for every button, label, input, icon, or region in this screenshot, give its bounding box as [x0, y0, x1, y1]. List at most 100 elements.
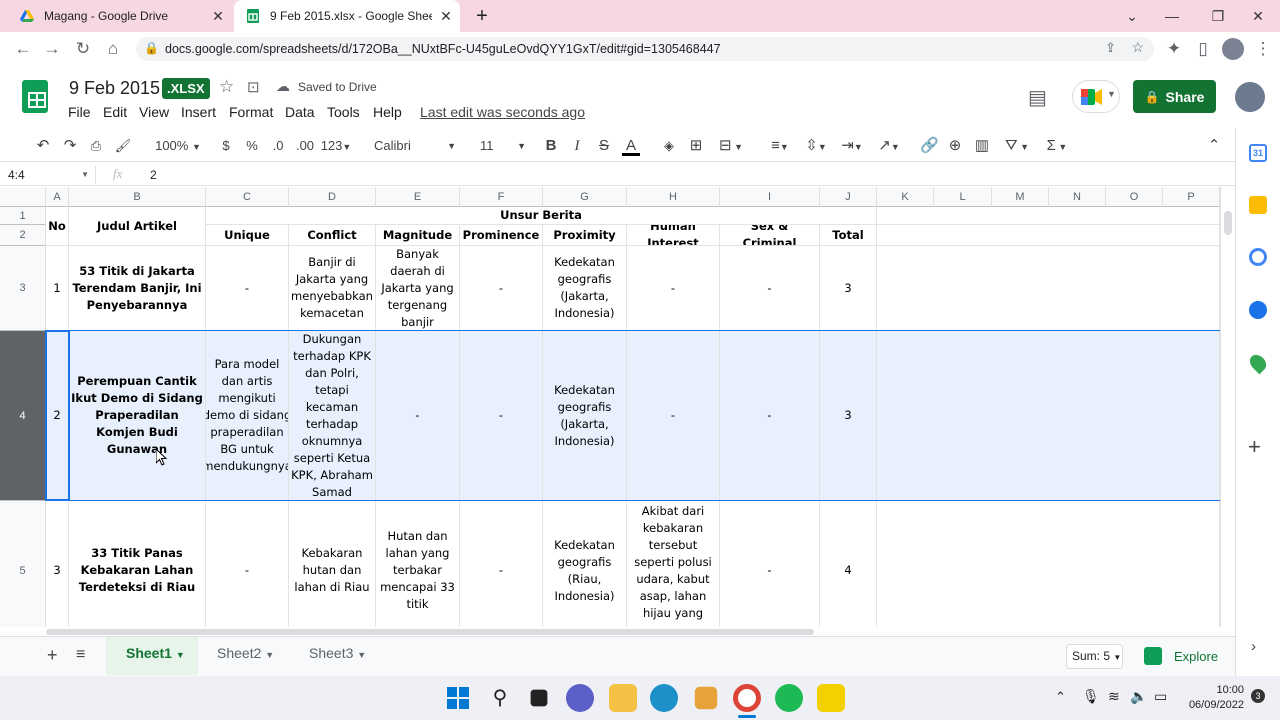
media-player-icon[interactable] — [817, 684, 845, 712]
add-addon-icon[interactable]: + — [1248, 434, 1261, 460]
col-header-h[interactable]: H — [627, 187, 720, 207]
cell-human-interest[interactable]: - — [627, 331, 720, 501]
name-box[interactable]: 4:4 ▼ — [4, 166, 96, 184]
maximize-button[interactable]: ❐ — [1206, 4, 1230, 28]
cell-unique[interactable]: Para model dan artis mengikuti demo di s… — [206, 331, 289, 501]
spotify-icon[interactable] — [775, 684, 803, 712]
vertical-align-icon[interactable]: ⇳▼ — [802, 136, 830, 156]
col-header-j[interactable]: J — [820, 187, 877, 207]
bold-button[interactable]: B — [543, 136, 559, 156]
col-header-a[interactable]: A — [46, 187, 69, 207]
show-side-panel-icon[interactable]: › — [1251, 638, 1256, 655]
cell-conflict[interactable]: Kebakaran hutan dan lahan di Riau — [289, 501, 376, 627]
merge-cells-icon[interactable]: ⊟ ▼ — [714, 136, 748, 156]
move-folder-icon[interactable]: ⊡ — [247, 78, 260, 96]
spreadsheet-grid[interactable]: A B C D E F G H I J K L M N O P 1 2 3 4 … — [0, 187, 1220, 627]
cell-judul[interactable]: 53 Titik di Jakarta Terendam Banjir, Ini… — [69, 246, 206, 331]
cell-proximity[interactable]: Kedekatan geografis (Jakarta, Indonesia) — [543, 246, 627, 331]
header-prominence[interactable]: Prominence — [460, 225, 543, 246]
col-header-p[interactable]: P — [1163, 187, 1220, 207]
col-header-m[interactable]: M — [992, 187, 1049, 207]
header-proximity[interactable]: Proximity — [543, 225, 627, 246]
col-header-g[interactable]: G — [543, 187, 627, 207]
insert-chart-icon[interactable]: ▥ — [973, 136, 991, 156]
col-header-f[interactable]: F — [460, 187, 543, 207]
browser-tab-sheets[interactable]: 9 Feb 2015.xlsx - Google Sheets ✕ — [234, 0, 460, 32]
header-sex-criminal[interactable]: Sex & Criminal — [720, 225, 820, 246]
calendar-icon[interactable]: 31 — [1249, 144, 1267, 162]
header-judul-artikel[interactable]: Judul Artikel — [69, 207, 206, 246]
currency-button[interactable]: $ — [218, 136, 234, 156]
task-view-icon[interactable] — [530, 689, 548, 707]
row-header-3[interactable]: 3 — [0, 246, 46, 331]
row-header-2[interactable]: 2 — [0, 225, 46, 246]
empty-cells[interactable] — [877, 207, 1220, 225]
share-page-icon[interactable]: ⇪ — [1105, 40, 1116, 56]
cell-human-interest[interactable]: Akibat dari kebakaran tersebut seperti p… — [627, 501, 720, 627]
add-sheet-icon[interactable]: + — [47, 645, 58, 666]
select-all-corner[interactable] — [0, 187, 46, 207]
horizontal-scrollbar[interactable] — [46, 627, 1220, 636]
clock-time[interactable]: 10:00 — [1184, 684, 1244, 696]
extensions-icon[interactable]: ✦ — [1163, 38, 1185, 60]
back-icon[interactable]: ← — [12, 38, 34, 60]
show-hidden-icons[interactable]: ⌃ — [1055, 689, 1066, 705]
menu-view[interactable]: View — [139, 104, 169, 120]
comment-icon[interactable]: ▤ — [1028, 85, 1047, 110]
forward-icon[interactable]: → — [41, 38, 63, 60]
number-format-select[interactable]: 123▼ — [320, 136, 352, 156]
sheet-tab-sheet3[interactable]: Sheet3 ▼ — [309, 645, 366, 667]
decrease-decimal-button[interactable]: .0 — [268, 136, 288, 156]
text-rotation-icon[interactable]: ↗▼ — [874, 136, 904, 156]
filter-icon[interactable]: ⛛ ▼ — [1000, 136, 1034, 156]
cell-human-interest[interactable]: - — [627, 246, 720, 331]
header-unsur-berita[interactable]: Unsur Berita — [206, 207, 877, 225]
cell-prominence[interactable]: - — [460, 501, 543, 627]
search-icon[interactable]: ⚲ — [486, 684, 514, 712]
contacts-icon[interactable] — [1249, 301, 1267, 319]
insert-comment-icon[interactable]: ⊕ — [946, 136, 964, 156]
windows-start-icon[interactable] — [444, 684, 472, 712]
browser-menu-icon[interactable]: ⋮ — [1252, 38, 1274, 60]
increase-decimal-button[interactable]: .00 — [294, 136, 316, 156]
empty-cells[interactable] — [877, 331, 1220, 501]
sheet-tab-sheet2[interactable]: Sheet2 ▼ — [217, 645, 274, 667]
cell-magnitude[interactable]: Banyak daerah di Jakarta yang tergenang … — [376, 246, 460, 331]
cell-sex-criminal[interactable]: - — [720, 331, 820, 501]
wifi-icon[interactable]: ≋ — [1108, 688, 1120, 705]
percent-button[interactable]: % — [244, 136, 260, 156]
profile-avatar[interactable] — [1222, 38, 1244, 60]
col-header-n[interactable]: N — [1049, 187, 1106, 207]
cell-total[interactable]: 3 — [820, 331, 877, 501]
cell-magnitude[interactable]: Hutan dan lahan yang terbakar mencapai 3… — [376, 501, 460, 627]
strikethrough-button[interactable]: S — [596, 136, 612, 156]
fill-color-icon[interactable]: ◈ — [660, 136, 678, 156]
cell-proximity[interactable]: Kedekatan geografis (Riau, Indonesia) — [543, 501, 627, 627]
borders-icon[interactable]: ⊞ — [687, 136, 705, 156]
last-edit-link[interactable]: Last edit was seconds ago — [420, 104, 585, 120]
clock-date[interactable]: 06/09/2022 — [1178, 699, 1244, 711]
functions-icon[interactable]: Σ ▼ — [1042, 136, 1072, 156]
volume-icon[interactable]: 🔈 — [1130, 688, 1147, 705]
close-tab-icon[interactable]: ✕ — [432, 8, 460, 25]
formula-input[interactable]: 2 — [150, 168, 157, 182]
explore-button[interactable]: Explore — [1174, 649, 1218, 664]
menu-help[interactable]: Help — [373, 104, 402, 120]
cell-conflict[interactable]: Dukungan terhadap KPK dan Polri, tetapi … — [289, 331, 376, 501]
menu-file[interactable]: File — [68, 104, 91, 120]
meet-button[interactable]: ▼ — [1072, 80, 1120, 113]
all-sheets-icon[interactable]: ≡ — [76, 646, 85, 664]
col-header-l[interactable]: L — [934, 187, 992, 207]
header-unique[interactable]: Unique — [206, 225, 289, 246]
file-explorer-icon[interactable] — [609, 684, 637, 712]
insert-link-icon[interactable]: 🔗 — [920, 136, 939, 156]
cell-prominence[interactable]: - — [460, 331, 543, 501]
close-window-button[interactable]: ✕ — [1246, 4, 1270, 28]
header-no[interactable]: No — [46, 207, 69, 246]
cell-prominence[interactable]: - — [460, 246, 543, 331]
menu-data[interactable]: Data — [285, 104, 315, 120]
cell-conflict[interactable]: Banjir di Jakarta yang menyebabkan kemac… — [289, 246, 376, 331]
cell-unique[interactable]: - — [206, 501, 289, 627]
keep-icon[interactable] — [1249, 196, 1267, 214]
microphone-icon[interactable]: 🎙 — [1082, 688, 1100, 705]
